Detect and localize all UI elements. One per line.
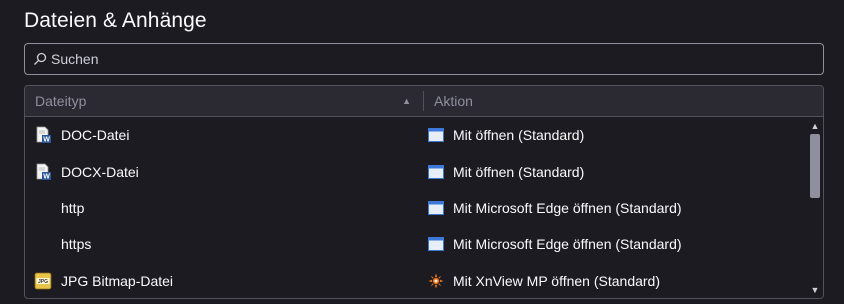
file-type-table: Dateityp ▲ Aktion W DOC-Datei Mit öffnen… bbox=[24, 85, 824, 299]
table-body: W DOC-Datei Mit öffnen (Standard) W DOCX… bbox=[25, 117, 823, 298]
svg-text:JPG: JPG bbox=[38, 279, 48, 285]
table-row[interactable]: http Mit Microsoft Edge öffnen (Standard… bbox=[25, 190, 823, 226]
cell-file-type: http bbox=[25, 199, 425, 217]
action-label: Mit öffnen (Standard) bbox=[453, 127, 585, 144]
jpg-file-icon: JPG bbox=[34, 272, 52, 290]
cell-action[interactable]: Mit Microsoft Edge öffnen (Standard) bbox=[425, 236, 682, 252]
table-row[interactable]: JPG JPG Bitmap-Datei Mit XnView MP öffne… bbox=[25, 263, 823, 298]
column-header-type[interactable]: Dateityp ▲ bbox=[25, 93, 423, 109]
application-window-icon bbox=[428, 236, 444, 252]
table-row[interactable]: https Mit Microsoft Edge öffnen (Standar… bbox=[25, 226, 823, 262]
action-label: Mit Microsoft Edge öffnen (Standard) bbox=[453, 236, 682, 253]
action-label: Mit XnView MP öffnen (Standard) bbox=[453, 272, 660, 289]
vertical-scrollbar[interactable]: ▲ ▼ bbox=[807, 117, 823, 298]
table-row[interactable]: W DOC-Datei Mit öffnen (Standard) bbox=[25, 117, 823, 153]
table-header: Dateityp ▲ Aktion bbox=[25, 86, 823, 117]
file-type-label: http bbox=[61, 199, 85, 216]
scroll-up-arrow-icon[interactable]: ▲ bbox=[807, 119, 823, 133]
action-label: Mit Microsoft Edge öffnen (Standard) bbox=[453, 199, 682, 216]
cell-action[interactable]: Mit XnView MP öffnen (Standard) bbox=[425, 273, 660, 289]
column-header-type-label: Dateityp bbox=[35, 93, 87, 109]
word-document-icon: W bbox=[34, 163, 52, 181]
application-window-icon bbox=[428, 127, 444, 143]
word-document-icon: W bbox=[34, 126, 52, 144]
file-type-label: DOCX-Datei bbox=[61, 163, 139, 180]
cell-action[interactable]: Mit Microsoft Edge öffnen (Standard) bbox=[425, 200, 682, 216]
column-header-action-label: Aktion bbox=[434, 93, 473, 109]
cell-action[interactable]: Mit öffnen (Standard) bbox=[425, 164, 584, 180]
svg-text:W: W bbox=[43, 173, 50, 180]
scrollbar-thumb[interactable] bbox=[810, 134, 820, 198]
file-type-label: https bbox=[61, 236, 92, 253]
cell-file-type: W DOC-Datei bbox=[25, 126, 425, 144]
column-header-action[interactable]: Aktion bbox=[424, 93, 473, 109]
file-type-label: DOC-Datei bbox=[61, 127, 130, 144]
cell-file-type: JPG JPG Bitmap-Datei bbox=[25, 272, 425, 290]
page-title: Dateien & Anhänge bbox=[24, 9, 207, 32]
scroll-down-arrow-icon[interactable]: ▼ bbox=[807, 283, 823, 297]
search-field[interactable] bbox=[24, 43, 824, 75]
search-input[interactable] bbox=[51, 51, 811, 67]
sort-ascending-icon: ▲ bbox=[402, 96, 411, 106]
xnview-icon bbox=[428, 273, 444, 289]
cell-file-type: W DOCX-Datei bbox=[25, 163, 425, 181]
cell-file-type: https bbox=[25, 235, 425, 253]
search-icon bbox=[34, 52, 47, 65]
application-window-icon bbox=[428, 164, 444, 180]
application-window-icon bbox=[428, 200, 444, 216]
file-type-label: JPG Bitmap-Datei bbox=[61, 272, 174, 289]
svg-text:W: W bbox=[43, 137, 50, 144]
action-label: Mit öffnen (Standard) bbox=[453, 163, 585, 180]
table-row[interactable]: W DOCX-Datei Mit öffnen (Standard) bbox=[25, 153, 823, 189]
cell-action[interactable]: Mit öffnen (Standard) bbox=[425, 127, 584, 143]
